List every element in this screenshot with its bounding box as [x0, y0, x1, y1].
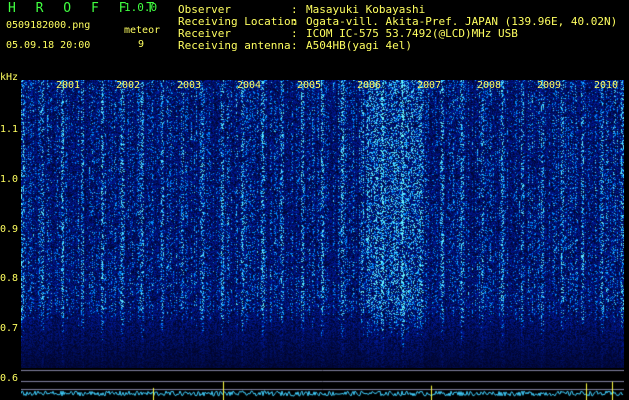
ytick-label: 0.9 — [0, 224, 19, 235]
minute-marker: 2007 — [417, 80, 442, 91]
spectrogram-canvas — [21, 80, 624, 370]
app-version: 1.0.0 — [124, 1, 158, 14]
ytick-label: 1.1 — [0, 124, 19, 135]
meteor-label: meteor — [124, 25, 161, 36]
minute-marker: 2002 — [116, 80, 141, 91]
ytick-label: 0.7 — [0, 323, 19, 334]
meteor-count: 9 — [138, 39, 145, 50]
image-filename: 0509182000.png — [6, 20, 91, 31]
minute-marker: 2009 — [537, 80, 562, 91]
minute-marker: 2001 — [56, 80, 81, 91]
minute-marker: 2003 — [177, 80, 202, 91]
ytick-label: 0.6 — [0, 373, 19, 384]
minute-marker: 2010 — [594, 80, 619, 91]
antenna-value: A504HB(yagi 4el) — [306, 39, 412, 52]
minute-marker: 2008 — [477, 80, 502, 91]
minute-marker: 2004 — [237, 80, 262, 91]
antenna-colon: : — [291, 39, 298, 52]
minute-marker: 2006 — [357, 80, 382, 91]
signal-waveform — [21, 368, 624, 400]
hrofft-window: H R O F F T 1.0.0 0509182000.png meteor … — [0, 0, 629, 400]
observation-datetime: 05.09.18 20:00 — [6, 40, 91, 51]
frequency-unit-label: kHz — [0, 72, 19, 83]
minute-marker: 2005 — [297, 80, 322, 91]
ytick-label: 0.8 — [0, 273, 19, 284]
ytick-label: 1.0 — [0, 174, 19, 185]
antenna-label: Receiving antenna — [178, 39, 291, 52]
